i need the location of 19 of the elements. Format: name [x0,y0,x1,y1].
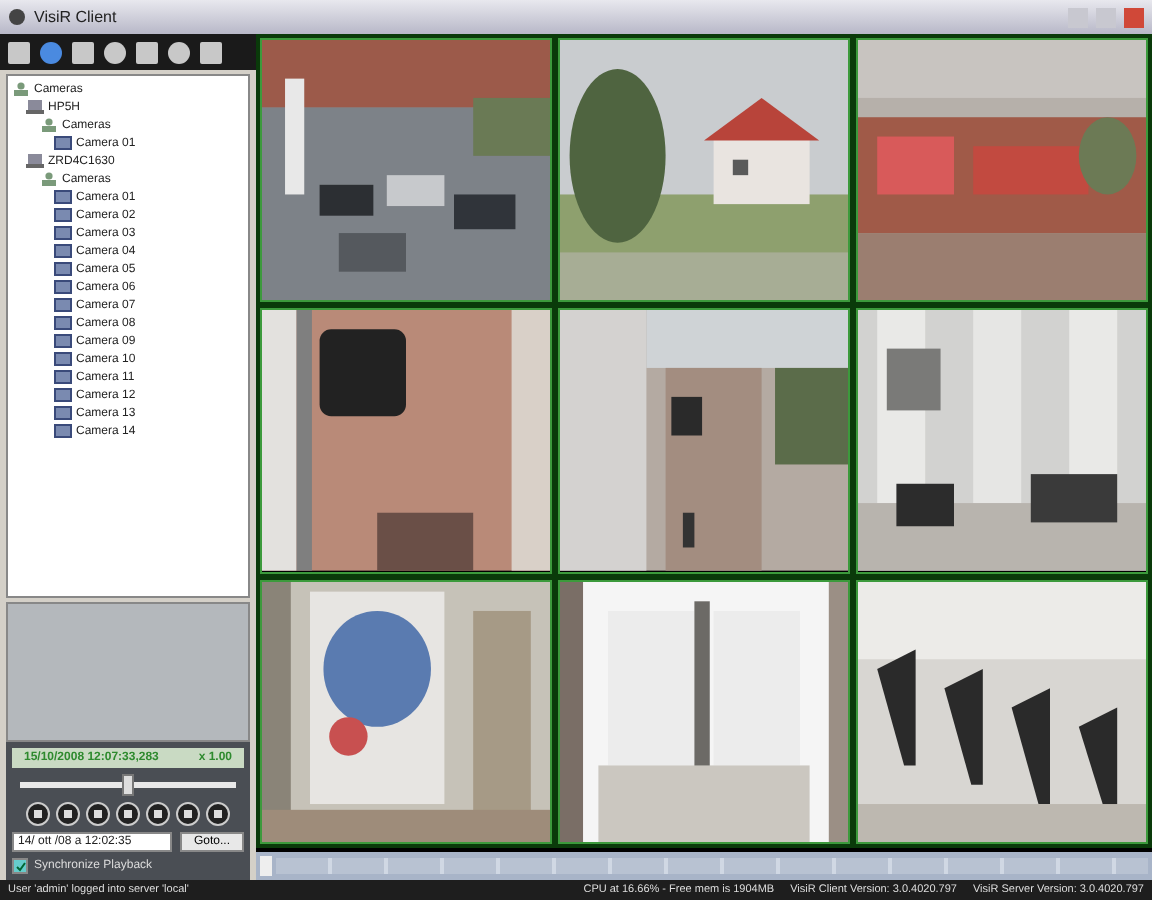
rewind-button[interactable] [26,802,50,826]
computer-icon [26,100,44,114]
window-title: VisiR Client [34,8,119,26]
play-button[interactable] [176,802,200,826]
stop-button[interactable] [116,802,140,826]
slider-thumb[interactable] [122,774,134,796]
app-icon [8,8,26,26]
pause-button[interactable] [146,802,170,826]
checkbox[interactable] [12,858,28,874]
camera-icon [54,136,72,150]
computer-icon [26,154,44,168]
play-reverse-button[interactable] [86,802,110,826]
close-button[interactable] [1124,7,1144,27]
people-icon [40,172,58,186]
people-icon [40,118,58,132]
fast-forward-button[interactable] [206,802,230,826]
step-back-button[interactable] [56,802,80,826]
timeline-handle[interactable] [260,856,272,876]
people-icon [12,82,30,96]
